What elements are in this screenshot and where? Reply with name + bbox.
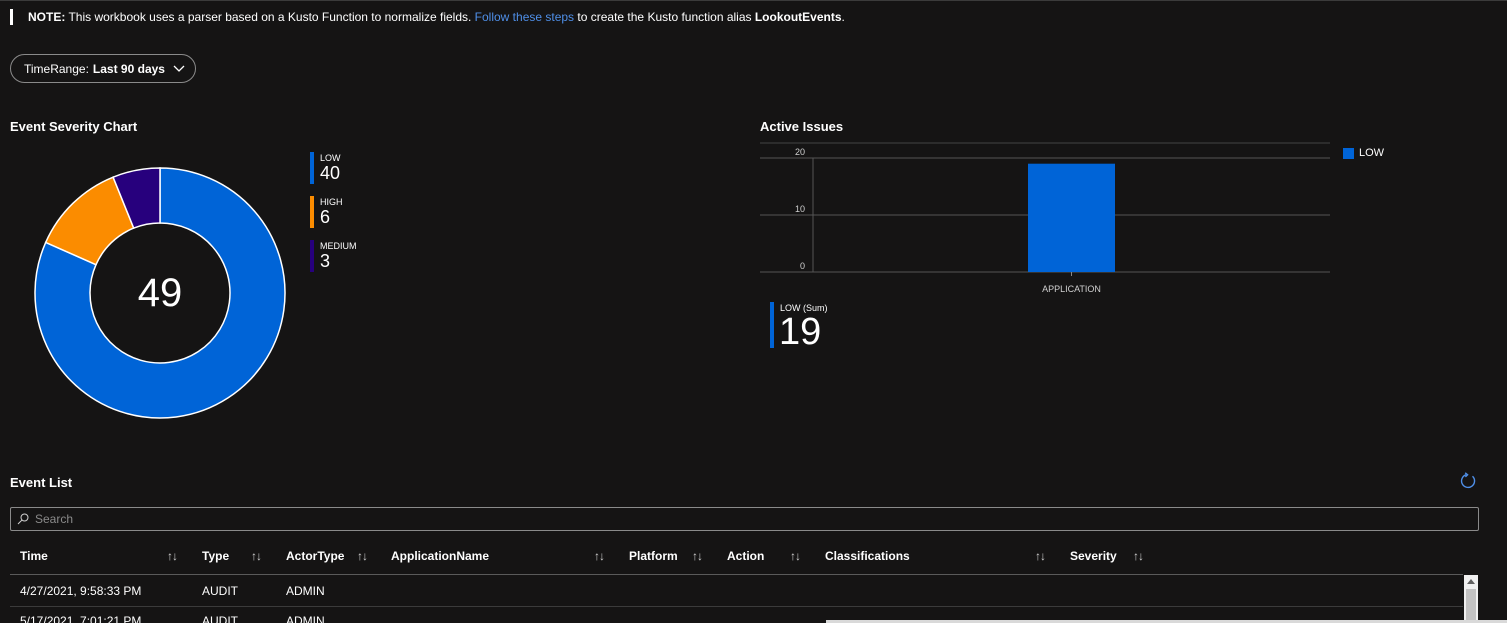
follow-steps-link[interactable]: Follow these steps bbox=[475, 10, 574, 24]
column-header-classifications[interactable]: Classifications bbox=[825, 549, 910, 565]
scroll-thumb[interactable] bbox=[1466, 589, 1476, 623]
time-range-value: Last 90 days bbox=[92, 61, 165, 76]
y-tick-label: 20 bbox=[795, 147, 805, 157]
column-header-platform[interactable]: Platform bbox=[629, 549, 678, 565]
note-text-2: to create the Kusto function alias bbox=[574, 10, 755, 24]
column-header-time[interactable]: Time bbox=[20, 549, 48, 565]
sort-action-icon[interactable]: ↑↓ bbox=[790, 549, 801, 563]
table-row-1-actortype: ADMIN bbox=[286, 584, 325, 598]
sort-severity-icon[interactable]: ↑↓ bbox=[1133, 549, 1144, 563]
table-row-divider bbox=[10, 606, 1463, 607]
event-list-title: Event List bbox=[10, 475, 73, 490]
legend-swatch bbox=[310, 152, 314, 184]
chevron-down-icon bbox=[173, 65, 185, 72]
legend-swatch bbox=[310, 196, 314, 228]
column-header-applicationname[interactable]: ApplicationName bbox=[391, 549, 489, 565]
note-suffix: . bbox=[841, 10, 845, 24]
search-input[interactable] bbox=[35, 512, 1435, 526]
column-header-severity[interactable]: Severity bbox=[1070, 549, 1117, 565]
donut-total: 49 bbox=[137, 271, 183, 315]
table-row-2-type: AUDIT bbox=[202, 614, 238, 623]
legend-value: 40 bbox=[320, 163, 341, 183]
scroll-up-arrow-icon[interactable] bbox=[1467, 579, 1475, 584]
refresh-icon[interactable] bbox=[1459, 472, 1477, 490]
table-scrollbar[interactable] bbox=[1464, 575, 1478, 623]
note-banner: NOTE: This workbook uses a parser based … bbox=[10, 8, 845, 26]
column-header-type[interactable]: Type bbox=[202, 549, 229, 565]
time-range-label: TimeRange: bbox=[24, 61, 89, 76]
note-alias: LookoutEvents bbox=[754, 10, 842, 24]
top-divider bbox=[0, 0, 1507, 1]
y-tick-label: 0 bbox=[800, 261, 805, 271]
table-row-2-time: 5/17/2021, 7:01:21 PM bbox=[20, 614, 142, 623]
legend-swatch bbox=[310, 240, 314, 272]
column-header-action[interactable]: Action bbox=[727, 549, 764, 565]
column-header-actortype[interactable]: ActorType bbox=[286, 549, 344, 565]
kpi-value: 19 bbox=[779, 311, 822, 353]
sort-actortype-icon[interactable]: ↑↓ bbox=[357, 549, 368, 563]
active-issues-bar-chart: 0 10 20 APPLICATION bbox=[760, 142, 1330, 294]
table-header-divider bbox=[10, 574, 1463, 575]
search-icon bbox=[17, 513, 29, 525]
note-accent-bar bbox=[10, 9, 13, 25]
bar-legend-label: LOW bbox=[1359, 147, 1385, 159]
table-row-1-type: AUDIT bbox=[202, 584, 238, 598]
bar-application[interactable] bbox=[1028, 163, 1115, 272]
bar-legend-swatch bbox=[1343, 147, 1354, 159]
legend-value: 6 bbox=[320, 207, 331, 227]
note-text: This workbook uses a parser based on a K… bbox=[65, 10, 475, 24]
severity-chart-title: Event Severity Chart bbox=[10, 119, 138, 134]
sort-applicationname-icon[interactable]: ↑↓ bbox=[594, 549, 605, 563]
active-issues-title: Active Issues bbox=[760, 119, 844, 134]
sort-platform-icon[interactable]: ↑↓ bbox=[692, 549, 703, 563]
y-tick-label: 10 bbox=[795, 204, 805, 214]
x-tick-label: APPLICATION bbox=[1042, 284, 1101, 294]
event-search-box[interactable] bbox=[10, 507, 1479, 531]
note-prefix: NOTE: bbox=[28, 10, 66, 24]
sort-classifications-icon[interactable]: ↑↓ bbox=[1035, 549, 1046, 563]
kpi-swatch bbox=[770, 302, 774, 348]
table-row-2-actortype: ADMIN bbox=[286, 614, 325, 623]
sort-time-icon[interactable]: ↑↓ bbox=[167, 549, 178, 563]
bar-legend: LOW bbox=[1343, 147, 1384, 159]
sort-type-icon[interactable]: ↑↓ bbox=[251, 549, 262, 563]
legend-value: 3 bbox=[320, 251, 331, 271]
table-row-1-time: 4/27/2021, 9:58:33 PM bbox=[20, 584, 142, 598]
time-range-picker[interactable]: TimeRange: Last 90 days bbox=[10, 54, 196, 83]
